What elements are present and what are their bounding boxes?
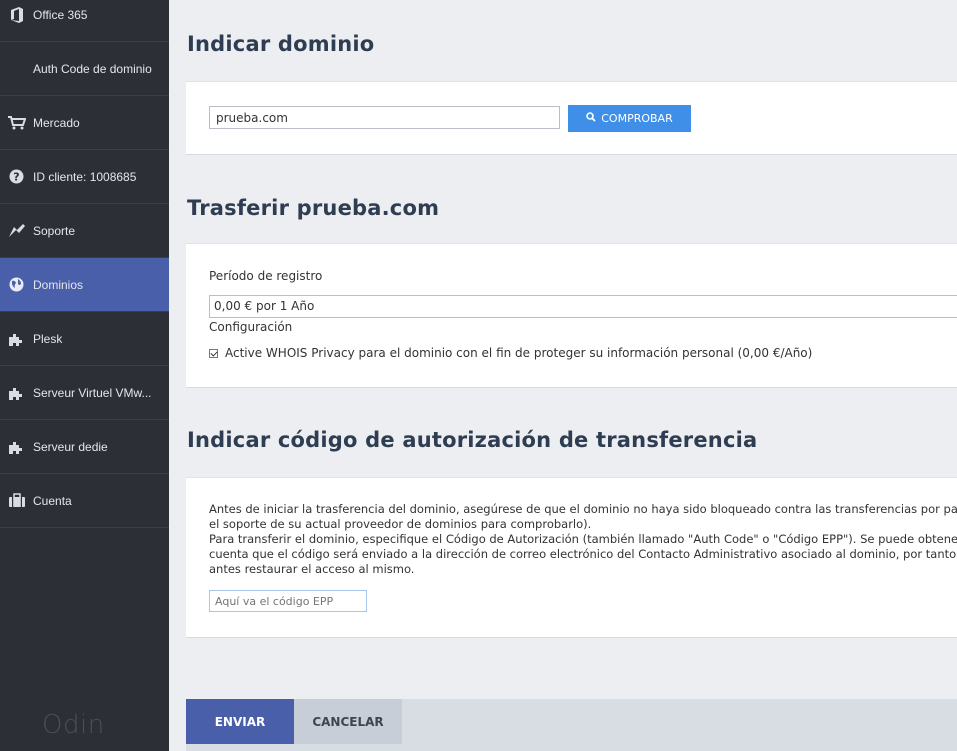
- sidebar-item-label: Office 365: [33, 7, 88, 22]
- sidebar-item-auth-code[interactable]: Auth Code de dominio: [0, 42, 169, 96]
- sidebar-item-label: ID cliente: 1008685: [33, 169, 137, 184]
- sidebar-item-serveur-dedie[interactable]: Serveur dedie: [0, 420, 169, 474]
- briefcase-icon: [0, 493, 33, 508]
- epp-code-input[interactable]: [209, 590, 367, 612]
- sidebar-item-label: Serveur dedie: [33, 439, 108, 454]
- auth-instructions-line: cuenta que el código será enviado a la d…: [209, 547, 957, 561]
- check-button[interactable]: COMPROBAR: [568, 105, 691, 132]
- period-select[interactable]: 0,00 € por 1 Año: [209, 295, 957, 318]
- sidebar-item-serveur-virtuel[interactable]: Serveur Virtuel VMw...: [0, 366, 169, 420]
- config-label: Configuración: [209, 320, 293, 334]
- search-icon: [586, 112, 596, 125]
- cart-icon: [0, 115, 33, 130]
- whois-privacy-checkbox[interactable]: [209, 348, 218, 358]
- sidebar-item-office-365[interactable]: Office 365: [0, 0, 169, 42]
- sidebar-item-label: Cuenta: [33, 493, 72, 508]
- whois-privacy-label: Active WHOIS Privacy para el dominio con…: [225, 346, 813, 360]
- send-button[interactable]: ENVIAR: [186, 699, 294, 744]
- brand-logo: Odin: [42, 710, 105, 740]
- support-icon: [0, 223, 33, 239]
- check-button-label: COMPROBAR: [601, 112, 673, 125]
- section-title-indicar-dominio: Indicar dominio: [187, 32, 375, 56]
- transfer-card: Período de registro 0,00 € por 1 Año Con…: [186, 243, 957, 388]
- form-footer: ENVIAR CANCELAR: [186, 699, 957, 751]
- sidebar-item-label: Plesk: [33, 331, 63, 346]
- help-icon: ?: [0, 169, 33, 184]
- auth-card: Antes de iniciar la trasferencia del dom…: [186, 477, 957, 638]
- whois-privacy-option[interactable]: Active WHOIS Privacy para el dominio con…: [209, 346, 812, 360]
- sidebar: Office 365 Auth Code de dominio Mercado …: [0, 0, 169, 751]
- puzzle-icon: [0, 440, 33, 454]
- puzzle-icon: [0, 386, 33, 400]
- sidebar-item-dominios[interactable]: Dominios: [0, 258, 169, 312]
- sidebar-item-label: Auth Code de dominio: [33, 61, 152, 76]
- section-title-auth-code: Indicar código de autorización de transf…: [187, 428, 758, 452]
- sidebar-item-label: Serveur Virtuel VMw...: [33, 385, 152, 400]
- sidebar-item-label: Dominios: [33, 277, 84, 292]
- sidebar-item-cuenta[interactable]: Cuenta: [0, 474, 169, 528]
- globe-icon: [0, 277, 33, 292]
- domain-input[interactable]: [209, 106, 560, 129]
- sidebar-item-id-cliente[interactable]: ? ID cliente: 1008685: [0, 150, 169, 204]
- sidebar-item-plesk[interactable]: Plesk: [0, 312, 169, 366]
- auth-instructions-line: antes restaurar el acceso al mismo.: [209, 562, 415, 576]
- auth-instructions-line: Para transferir el dominio, especifique …: [209, 532, 957, 546]
- sidebar-item-soporte[interactable]: Soporte: [0, 204, 169, 258]
- domain-card: COMPROBAR: [186, 81, 957, 155]
- auth-instructions: Antes de iniciar la trasferencia del dom…: [209, 502, 957, 577]
- office-icon: [0, 6, 33, 23]
- sidebar-item-label: Mercado: [33, 115, 80, 130]
- auth-instructions-line: el soporte de su actual proveedor de dom…: [209, 517, 592, 531]
- section-title-trasferir: Trasferir prueba.com: [187, 196, 440, 220]
- period-label: Período de registro: [209, 269, 323, 283]
- cancel-button[interactable]: CANCELAR: [294, 699, 402, 744]
- puzzle-icon: [0, 332, 33, 346]
- sidebar-item-label: Soporte: [33, 223, 76, 238]
- main-content: Indicar dominio COMPROBAR Trasferir prue…: [169, 0, 957, 751]
- svg-text:?: ?: [13, 171, 19, 184]
- sidebar-item-mercado[interactable]: Mercado: [0, 96, 169, 150]
- auth-instructions-line: Antes de iniciar la trasferencia del dom…: [209, 502, 957, 516]
